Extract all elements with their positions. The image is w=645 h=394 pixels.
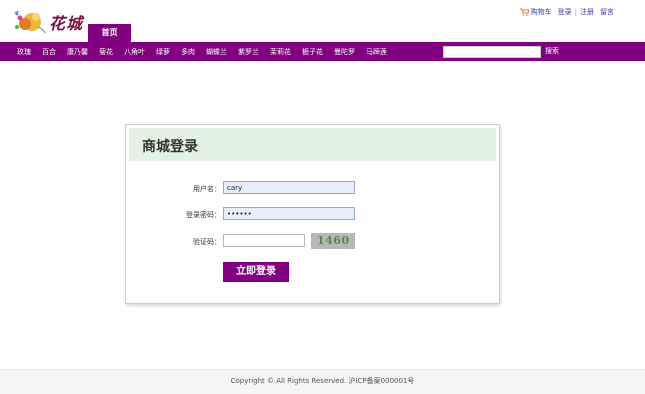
cart-link[interactable]: 购物车 (531, 7, 552, 17)
captcha-input[interactable] (223, 234, 305, 247)
login-link[interactable]: 登录 (558, 7, 572, 17)
login-title: 商城登录 (142, 139, 198, 155)
category-nav-list: 玫瑰 百合 康乃馨 菊花 八角叶 绿萝 多肉 蝴蝶兰 紫罗兰 茉莉花 栀子花 曼… (17, 42, 398, 61)
site-footer: Copyright © All Rights Reserved. 沪ICP备案0… (0, 369, 645, 394)
category-nav-bar: 玫瑰 百合 康乃馨 菊花 八角叶 绿萝 多肉 蝴蝶兰 紫罗兰 茉莉花 栀子花 曼… (0, 42, 645, 61)
nav-item-violet[interactable]: 紫罗兰 (238, 47, 259, 57)
footer-copyright: Copyright © All Rights Reserved. 沪ICP备案0… (230, 377, 415, 385)
logo-text: 花城 (49, 14, 84, 33)
nav-item-carnation[interactable]: 康乃馨 (67, 47, 88, 57)
login-title-bar: 商城登录 (129, 128, 496, 161)
nav-item-pothos[interactable]: 绿萝 (156, 47, 170, 57)
site-logo[interactable]: 花城 (12, 7, 90, 34)
nav-item-gardenia[interactable]: 栀子花 (302, 47, 323, 57)
nav-item-calla-lily[interactable]: 马蹄莲 (366, 47, 387, 57)
captcha-label: 验证码： (193, 238, 221, 246)
password-label: 登录密码： (186, 211, 221, 219)
link-separator: | (574, 8, 577, 16)
flower-logo-icon (14, 10, 46, 34)
username-input[interactable] (223, 181, 355, 194)
nav-item-jasmine[interactable]: 茉莉花 (270, 47, 291, 57)
nav-item-datura[interactable]: 曼陀罗 (334, 47, 355, 57)
home-tab[interactable]: 首页 (88, 24, 131, 42)
nav-item-orchid[interactable]: 蝴蝶兰 (206, 47, 227, 57)
nav-item-chrysanthemum[interactable]: 菊花 (99, 47, 113, 57)
username-label: 用户名： (193, 185, 221, 193)
register-link[interactable]: 注册 (580, 7, 594, 17)
site-header: 花城 首页 购物车 登录 | 注册 留言 (0, 0, 645, 42)
top-links: 购物车 登录 | 注册 留言 (519, 7, 614, 17)
nav-item-succulent[interactable]: 多肉 (181, 47, 195, 57)
password-input[interactable] (223, 207, 355, 220)
nav-item-octagonal-leaf[interactable]: 八角叶 (124, 47, 145, 57)
search-input[interactable] (443, 46, 541, 58)
nav-item-lily[interactable]: 百合 (42, 47, 56, 57)
login-submit-button[interactable]: 立即登录 (223, 262, 289, 282)
cart-icon (519, 8, 529, 16)
captcha-image-text: 1460 (317, 234, 350, 247)
message-link[interactable]: 留言 (600, 7, 614, 17)
captcha-image[interactable]: 1460 (311, 233, 355, 249)
search-button[interactable]: 搜索 (545, 45, 559, 58)
nav-item-rose[interactable]: 玫瑰 (17, 47, 31, 57)
login-panel: 商城登录 用户名： 登录密码： 验证码： 1460 立即登录 (125, 124, 500, 304)
